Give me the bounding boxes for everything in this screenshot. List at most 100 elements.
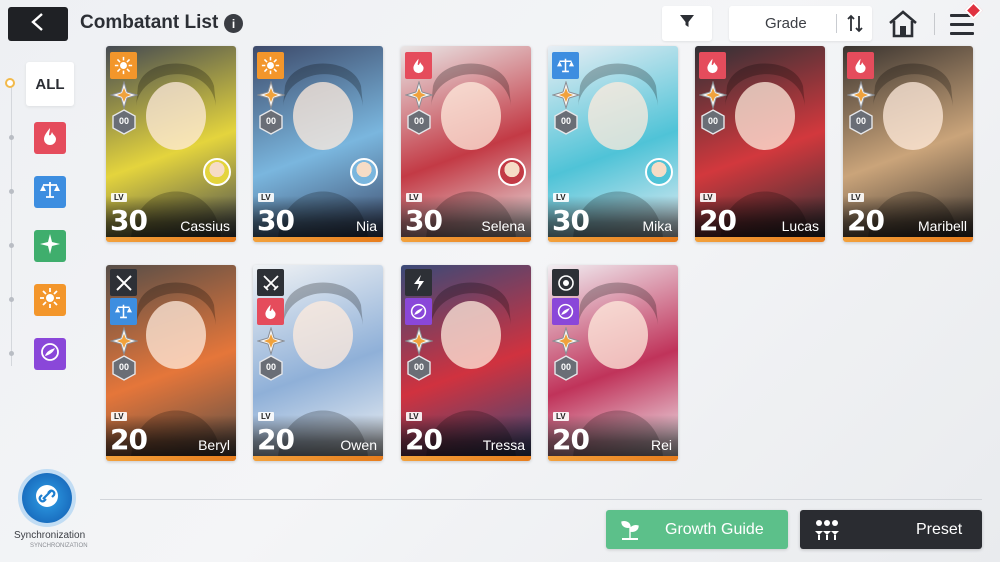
combatant-card-maribell[interactable]: 00 LV 20 Maribell — [843, 46, 973, 242]
level-value: 20 — [699, 204, 737, 237]
level-value: 30 — [552, 204, 590, 237]
rank-star-icon — [846, 80, 876, 110]
level-tag: LV — [848, 193, 864, 202]
rank-hex-badge: 00 — [554, 109, 578, 135]
level-value: 20 — [847, 204, 885, 237]
level-bar — [843, 237, 973, 242]
level-tag: LV — [258, 193, 274, 202]
level-bar — [253, 456, 383, 461]
rank-star-icon — [698, 80, 728, 110]
level-tag: LV — [258, 412, 274, 421]
sort-label: Grade — [765, 15, 807, 32]
level-bar — [548, 456, 678, 461]
combatant-name: Rei — [650, 437, 672, 453]
sidebar-dot — [9, 351, 14, 356]
level-value: 20 — [110, 423, 148, 456]
fire-element-icon — [257, 298, 284, 325]
combatant-card-owen[interactable]: 00 LV 20 Owen — [253, 265, 383, 461]
filter-balance-button[interactable] — [34, 176, 66, 208]
rank-hex-badge: 00 — [259, 355, 283, 381]
level-value: 30 — [405, 204, 443, 237]
level-bar — [106, 456, 236, 461]
footer-divider — [100, 499, 982, 500]
wind-star-icon — [39, 233, 61, 260]
filter-wind-button[interactable] — [34, 230, 66, 262]
level-tag: LV — [406, 412, 422, 421]
crossed-blades-icon — [257, 269, 284, 296]
info-icon[interactable]: i — [224, 14, 243, 33]
rank-value: 00 — [265, 116, 276, 126]
synchronization-label: Synchronization — [14, 530, 86, 541]
sort-divider — [836, 14, 837, 33]
preset-button[interactable]: Preset — [800, 510, 982, 549]
combatant-name: Selena — [481, 218, 525, 234]
team-preset-icon — [812, 518, 842, 547]
sprout-icon — [618, 519, 642, 546]
filter-fire-button[interactable] — [34, 122, 66, 154]
combatant-card-nia[interactable]: 00 LV 30 Nia — [253, 46, 383, 242]
lightning-icon — [405, 269, 432, 296]
level-value: 30 — [257, 204, 295, 237]
partner-avatar — [350, 158, 378, 186]
combatant-card-cassius[interactable]: 00 LV 30 Cassius — [106, 46, 236, 242]
synchronization-button[interactable] — [22, 473, 72, 523]
light-element-icon — [257, 52, 284, 79]
home-button[interactable] — [887, 8, 919, 40]
level-bar — [548, 237, 678, 242]
rank-star-icon — [551, 80, 581, 110]
page-title: Combatant List — [80, 12, 219, 33]
synchronization-sublabel: SYNCHRONIZATION — [30, 543, 88, 549]
rank-value: 00 — [413, 116, 424, 126]
level-tag: LV — [553, 412, 569, 421]
rank-value: 00 — [413, 362, 424, 372]
partner-avatar — [498, 158, 526, 186]
level-bar — [253, 237, 383, 242]
rank-star-icon — [404, 326, 434, 356]
menu-button[interactable] — [946, 1, 983, 40]
rank-hex-badge: 00 — [407, 355, 431, 381]
combatant-name: Beryl — [198, 437, 230, 453]
rank-hex-badge: 00 — [849, 109, 873, 135]
combatant-card-lucas[interactable]: 00 LV 20 Lucas — [695, 46, 825, 242]
rank-star-icon — [256, 80, 286, 110]
filter-void-button[interactable] — [34, 338, 66, 370]
sort-dropdown[interactable]: Grade — [729, 6, 872, 41]
filter-button[interactable] — [662, 6, 712, 41]
level-tag: LV — [700, 193, 716, 202]
combatant-card-selena[interactable]: 00 LV 30 Selena — [401, 46, 531, 242]
level-bar — [401, 456, 531, 461]
balance-element-icon — [552, 52, 579, 79]
rank-star-icon — [109, 326, 139, 356]
balance-scale-icon — [39, 180, 61, 205]
filter-all-button[interactable]: ALL — [26, 62, 74, 106]
combatant-card-tressa[interactable]: 00 LV 20 Tressa — [401, 265, 531, 461]
growth-guide-button[interactable]: Growth Guide — [606, 510, 788, 549]
sidebar-dot — [9, 135, 14, 140]
sort-order-icon[interactable] — [846, 14, 864, 38]
home-icon — [887, 10, 919, 44]
sidebar-selected-marker — [5, 78, 15, 88]
rank-hex-badge: 00 — [112, 109, 136, 135]
rank-value: 00 — [707, 116, 718, 126]
rank-value: 00 — [560, 116, 571, 126]
light-element-icon — [110, 52, 137, 79]
fire-element-icon — [847, 52, 874, 79]
sun-icon — [39, 287, 61, 314]
combatant-card-beryl[interactable]: 00 LV 20 Beryl — [106, 265, 236, 461]
filter-light-button[interactable] — [34, 284, 66, 316]
back-arrow-icon — [27, 11, 49, 38]
combatant-card-mika[interactable]: 00 LV 30 Mika — [548, 46, 678, 242]
rank-value: 00 — [118, 116, 129, 126]
level-value: 20 — [257, 423, 295, 456]
sidebar-track — [11, 86, 12, 366]
rank-hex-badge: 00 — [554, 355, 578, 381]
level-value: 20 — [405, 423, 443, 456]
combatant-card-rei[interactable]: 00 LV 20 Rei — [548, 265, 678, 461]
level-tag: LV — [111, 412, 127, 421]
link-chain-icon — [34, 483, 60, 514]
back-button[interactable] — [8, 7, 68, 41]
rank-hex-badge: 00 — [701, 109, 725, 135]
balance-element-icon — [110, 298, 137, 325]
combatant-name: Mika — [642, 218, 672, 234]
rank-hex-badge: 00 — [259, 109, 283, 135]
